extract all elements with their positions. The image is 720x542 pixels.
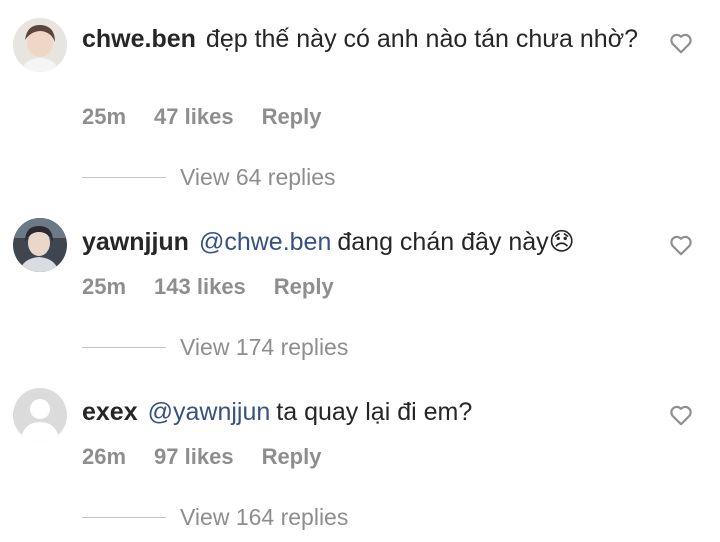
comment-time: 26m [82,444,127,469]
default-avatar-icon[interactable] [13,388,67,442]
view-replies-label: View 64 replies [180,164,336,190]
comment-text: chwe.ben đẹp thế này có anh nào tán chưa … [82,23,652,56]
comment-body: đang chán đây này😞 [337,228,575,256]
likes-count[interactable]: 47 likes [154,104,234,130]
comment-body: đẹp thế này có anh nào tán chưa nhờ? [205,25,638,53]
reply-button[interactable]: Reply [262,444,322,470]
likes-count[interactable]: 143 likes [154,274,246,300]
comment-mention[interactable]: @chwe.ben [199,228,331,256]
comment-meta: 25m 143 likes Reply [82,274,334,300]
comment-time: 25m [82,104,127,129]
avatar[interactable] [13,18,67,72]
divider-line [82,517,166,518]
divider-line [82,177,166,178]
comment-text: yawnjjun @chwe.ben đang chán đây này😞 [82,226,652,259]
avatar[interactable] [13,218,67,272]
reply-button[interactable]: Reply [274,274,334,300]
comment-body: ta quay lại đi em? [276,398,473,426]
comment-username[interactable]: exex [82,398,138,426]
heart-icon[interactable] [668,402,694,428]
view-replies-label: View 164 replies [180,504,349,530]
heart-icon[interactable] [668,30,694,56]
divider-line [82,347,166,348]
view-replies-button[interactable]: View 164 replies [82,504,348,531]
view-replies-button[interactable]: View 64 replies [82,164,336,191]
comment-meta: 26m 97 likes Reply [82,444,321,470]
heart-icon[interactable] [668,232,694,258]
comment-time: 25m [82,274,127,299]
view-replies-label: View 174 replies [180,334,349,360]
likes-count[interactable]: 97 likes [154,444,234,470]
comment-text: exex @yawnjjun ta quay lại đi em? [82,396,652,429]
comment-mention[interactable]: @yawnjjun [148,398,271,426]
view-replies-button[interactable]: View 174 replies [82,334,348,361]
comment-meta: 25m 47 likes Reply [82,104,321,130]
reply-button[interactable]: Reply [262,104,322,130]
comment-username[interactable]: yawnjjun [82,228,189,256]
comment-username[interactable]: chwe.ben [82,25,196,53]
